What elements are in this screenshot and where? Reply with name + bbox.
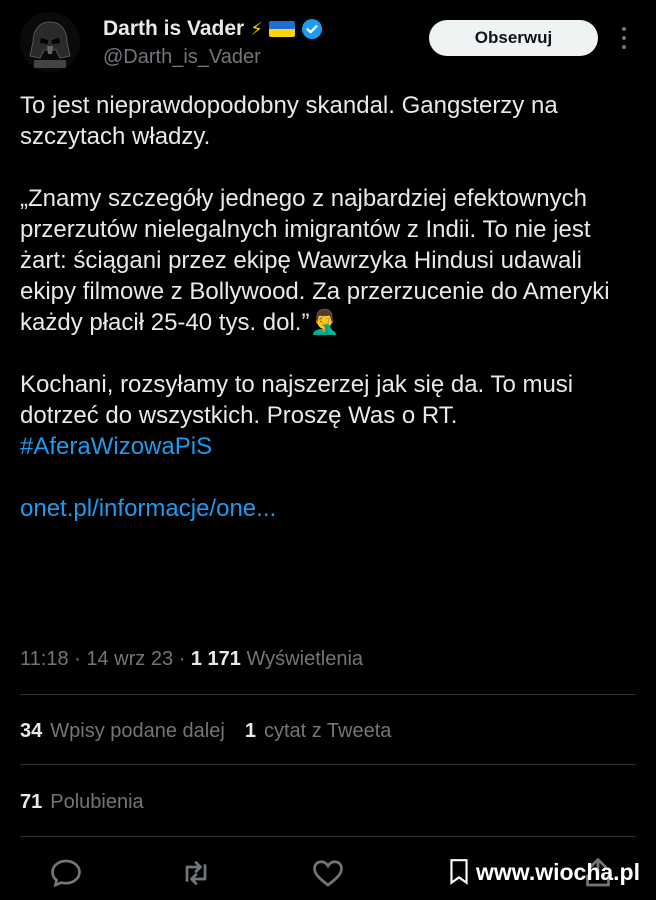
author-name[interactable]: Darth is Vader <box>103 17 244 41</box>
quotes-label: cytat z Tweeta <box>263 720 392 742</box>
tweet-date[interactable]: 14 wrz 23 <box>86 648 173 670</box>
reply-icon[interactable] <box>48 855 84 891</box>
retweets-count: 34 <box>20 720 43 742</box>
quotes-stat[interactable]: 1 cytat z Tweeta <box>245 720 392 743</box>
tweet-header: Darth is Vader ⚡ @Darth_is_Vader Obserwu… <box>0 0 656 80</box>
likes-stat[interactable]: 71 Polubienia <box>20 791 144 814</box>
article-link[interactable]: onet.pl/informacje/one... <box>20 493 640 524</box>
quotes-count: 1 <box>244 720 256 742</box>
tweet-text: To jest nieprawdopodobny skandal. Gangst… <box>20 90 640 524</box>
bookmark-icon[interactable] <box>446 858 472 886</box>
divider <box>20 694 636 695</box>
retweet-icon[interactable] <box>178 855 214 891</box>
likes-stats: 71 Polubienia <box>20 791 144 814</box>
name-row: Darth is Vader ⚡ <box>103 17 323 41</box>
ukraine-flag-icon <box>268 21 295 37</box>
retweets-label: Wpisy podane dalej <box>50 720 225 742</box>
follow-button[interactable]: Obserwuj <box>429 20 598 56</box>
views-count: 1 171 <box>190 648 241 670</box>
hashtag-link[interactable]: #AferaWizowaPiS <box>20 431 640 462</box>
facepalm-emoji-icon: 🤦‍♂️ <box>309 309 340 336</box>
watermark-text: www.wiocha.pl <box>476 858 640 885</box>
watermark: www.wiocha.pl <box>446 858 640 886</box>
author-handle[interactable]: @Darth_is_Vader <box>103 46 261 69</box>
tweet-time[interactable]: 11:18 <box>20 648 69 670</box>
retweets-stat[interactable]: 34 Wpisy podane dalej <box>20 720 225 743</box>
divider <box>20 836 636 837</box>
lightning-bolt-icon: ⚡ <box>250 18 263 39</box>
meta-separator: · <box>178 648 191 670</box>
tweet-intro: To jest nieprawdopodobny skandal. Gangst… <box>20 92 558 150</box>
divider <box>20 764 636 765</box>
darth-vader-avatar-icon <box>20 12 80 72</box>
like-icon[interactable] <box>310 855 346 891</box>
repost-stats: 34 Wpisy podane dalej 1 cytat z Tweeta <box>20 720 391 743</box>
likes-label: Polubienia <box>50 791 144 813</box>
tweet-quote: „Znamy szczegóły jednego z najbardziej e… <box>20 183 640 338</box>
tweet-appeal: Kochani, rozsyłamy to najszerzej jak się… <box>20 371 574 429</box>
likes-count: 71 <box>20 791 43 813</box>
tweet-meta: 11:18 · 14 wrz 23 · 1 171 Wyświetlenia <box>20 648 363 671</box>
more-options-icon[interactable] <box>612 22 636 54</box>
verified-badge-icon <box>301 19 322 39</box>
meta-separator: · <box>74 648 87 670</box>
views-label: Wyświetlenia <box>246 648 364 670</box>
avatar[interactable] <box>20 12 80 72</box>
